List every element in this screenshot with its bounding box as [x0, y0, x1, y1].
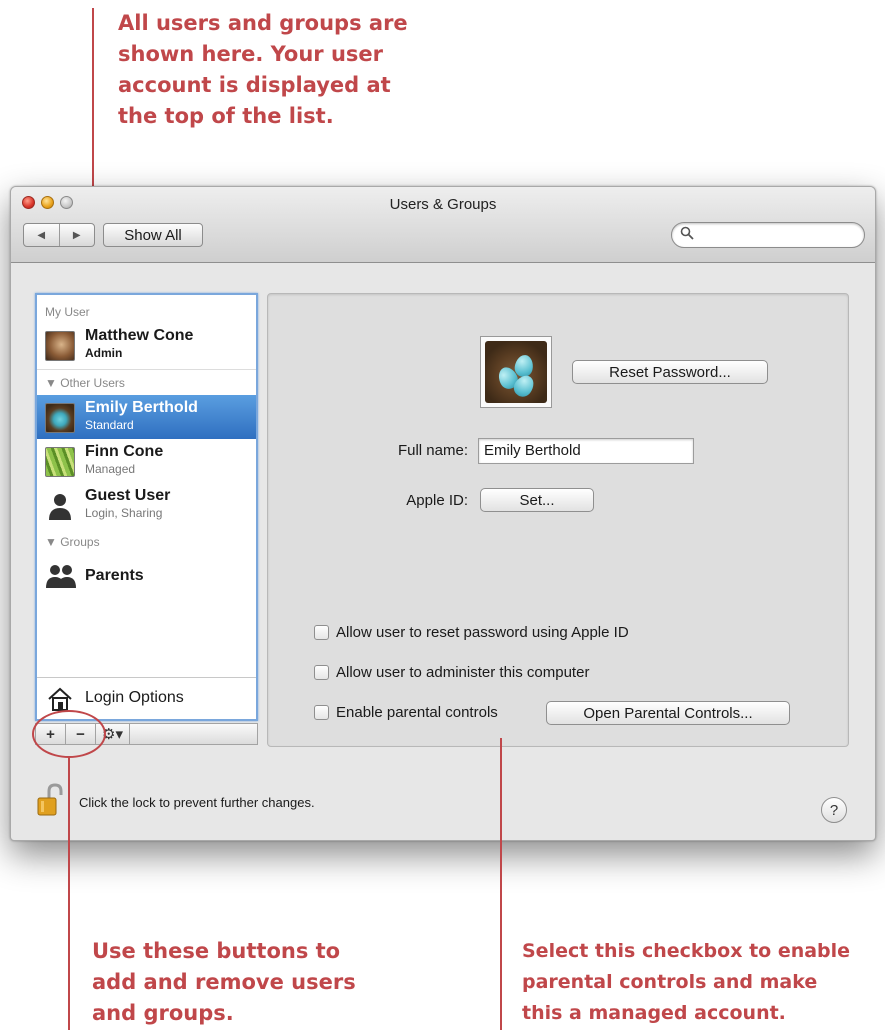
group-item-parents[interactable]: Parents [37, 555, 256, 599]
user-item-emily-berthold[interactable]: Emily Berthold Standard [37, 395, 256, 439]
groups-header[interactable]: ▼ Groups [45, 535, 100, 549]
avatar [45, 331, 75, 361]
avatar [45, 403, 75, 433]
back-arrow-icon[interactable]: ◀ [24, 224, 60, 246]
allow-admin-checkbox[interactable] [314, 665, 329, 680]
highlight-ellipse [32, 710, 106, 758]
allow-admin-row[interactable]: Allow user to administer this computer [314, 664, 589, 681]
callout-line-3: this a managed account. [522, 1002, 786, 1024]
user-role: Login, Sharing [85, 506, 163, 520]
show-all-button[interactable]: Show All [103, 223, 203, 247]
callout-line-4: the top of the list. [118, 104, 334, 128]
user-role: Admin [85, 346, 123, 360]
user-name: Emily Berthold [85, 399, 198, 416]
my-user-header: My User [45, 305, 90, 319]
toolbar-filler [130, 724, 257, 744]
search-field[interactable] [671, 222, 865, 248]
person-silhouette-icon [47, 491, 73, 521]
callout-line-2: parental controls and make [522, 971, 818, 993]
user-name: Matthew Cone [85, 327, 194, 344]
reset-password-button[interactable]: Reset Password... [572, 360, 768, 384]
user-item-guest-user[interactable]: Guest User Login, Sharing [37, 483, 256, 527]
house-icon [46, 685, 74, 713]
avatar [45, 447, 75, 477]
callout-line-3: account is displayed at [118, 73, 391, 97]
enable-parental-label: Enable parental controls [336, 704, 498, 721]
user-name: Guest User [85, 487, 171, 504]
allow-reset-password-row[interactable]: Allow user to reset password using Apple… [314, 624, 629, 641]
divider [37, 369, 256, 370]
callout-line-1: Use these buttons to [92, 939, 341, 963]
user-item-finn-cone[interactable]: Finn Cone Managed [37, 439, 256, 483]
allow-reset-password-checkbox[interactable] [314, 625, 329, 640]
user-name: Finn Cone [85, 443, 164, 460]
full-name-label: Full name: [397, 442, 468, 459]
callout-line-2: shown here. Your user [118, 42, 383, 66]
user-picture-well[interactable] [480, 336, 552, 408]
user-role: Managed [85, 462, 136, 476]
open-parental-controls-button[interactable]: Open Parental Controls... [546, 701, 790, 725]
lock-status-text: Click the lock to prevent further change… [79, 795, 315, 810]
window-title: Users & Groups [389, 196, 497, 213]
group-name: Parents [85, 567, 144, 584]
allow-admin-label: Allow user to administer this computer [336, 664, 590, 681]
unlocked-padlock-icon[interactable] [37, 783, 65, 817]
enable-parental-checkbox[interactable] [314, 705, 329, 720]
allow-reset-password-label: Allow user to reset password using Apple… [336, 624, 629, 641]
callout-users-list: All users and groups are shown here. You… [118, 8, 408, 132]
users-list: My User Matthew Cone Admin ▼ Other Users… [35, 293, 258, 721]
help-button[interactable]: ? [821, 797, 847, 823]
callout-pointer-bottom-right [500, 738, 502, 1030]
forward-arrow-icon[interactable]: ▶ [60, 224, 95, 246]
callout-line-3: and groups. [92, 1001, 234, 1025]
users-groups-window: Users & Groups ◀ ▶ Show All My User Matt… [10, 186, 876, 841]
callout-add-remove: Use these buttons to add and remove user… [92, 936, 356, 1029]
callout-line-2: add and remove users [92, 970, 356, 994]
title-bar: Users & Groups ◀ ▶ Show All [11, 187, 875, 263]
magnifier-icon [680, 226, 694, 243]
user-role: Standard [85, 418, 134, 432]
set-apple-id-button[interactable]: Set... [480, 488, 594, 512]
callout-pointer-bottom-left [68, 758, 70, 1030]
full-name-field[interactable]: Emily Berthold [478, 438, 694, 464]
callout-line-1: Select this checkbox to enable [522, 940, 851, 962]
bird-nest-picture [485, 341, 547, 403]
callout-parental-controls: Select this checkbox to enable parental … [522, 936, 850, 1029]
login-options-label: Login Options [85, 689, 184, 706]
other-users-header[interactable]: ▼ Other Users [45, 376, 125, 390]
user-item-matthew-cone[interactable]: Matthew Cone Admin [37, 323, 256, 367]
user-details-panel: Reset Password... Full name: Emily Berth… [267, 293, 849, 747]
enable-parental-row[interactable]: Enable parental controls [314, 704, 498, 721]
group-icon [45, 563, 77, 589]
callout-line-1: All users and groups are [118, 11, 408, 35]
back-forward-control: ◀ ▶ [23, 223, 95, 247]
apple-id-label: Apple ID: [406, 492, 468, 509]
